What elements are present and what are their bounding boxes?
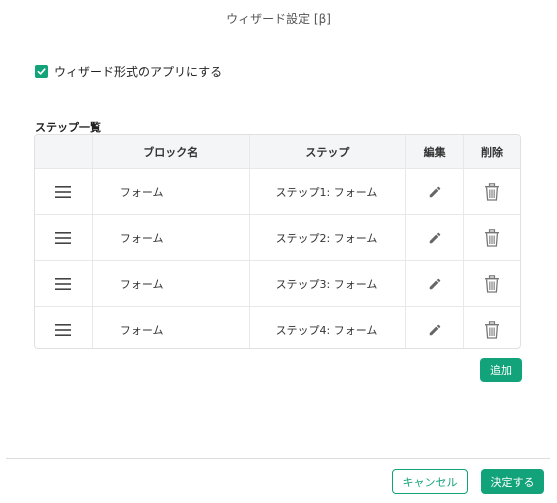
delete-cell [463,307,520,348]
edit-cell [405,169,463,214]
drag-handle-icon[interactable] [55,231,72,244]
checkmark-icon [37,68,46,75]
table-row: フォーム ステップ4: フォーム [35,306,520,348]
step-name: ステップ4: フォーム [275,323,378,337]
pencil-icon[interactable] [428,277,442,291]
row-handle-cell[interactable] [35,215,92,260]
block-name-cell: フォーム [91,215,249,260]
dialog-title: ウィザード設定 [β] [226,12,331,26]
table-row: フォーム ステップ3: フォーム [35,260,520,306]
pencil-icon[interactable] [428,323,442,337]
steps-section-label: ステップ一覧 [35,121,101,134]
trash-icon[interactable] [484,274,500,293]
trash-icon[interactable] [484,182,500,201]
add-step-button[interactable]: 追加 [480,358,522,382]
step-cell: ステップ4: フォーム [248,307,406,348]
table-row: フォーム ステップ1: フォーム [35,168,520,214]
header-delete: 削除 [463,135,520,168]
step-name: ステップ2: フォーム [275,231,378,245]
drag-handle-icon[interactable] [55,185,72,198]
step-name: ステップ1: フォーム [275,185,378,199]
table-row: フォーム ステップ2: フォーム [35,214,520,260]
pencil-icon[interactable] [428,185,442,199]
cancel-button[interactable]: キャンセル [392,469,468,494]
delete-cell [463,215,520,260]
step-name: ステップ3: フォーム [275,277,378,291]
wizard-mode-checkbox[interactable] [35,65,48,78]
drag-handle-icon[interactable] [55,277,72,290]
block-name: フォーム [119,323,164,337]
block-name: フォーム [119,231,164,245]
table-body: フォーム ステップ1: フォーム フォーム ステップ2: フォーム フォーム ステップ3:… [35,168,520,348]
confirm-button[interactable]: 決定する [481,469,544,494]
table-header-row: ブロック名 ステップ 編集 削除 [35,135,520,168]
edit-cell [405,215,463,260]
pencil-icon[interactable] [428,231,442,245]
block-name-cell: フォーム [91,307,249,348]
steps-table: ブロック名 ステップ 編集 削除 フォーム ステップ1: フォーム フォーム ステップ… [34,134,521,349]
delete-cell [463,169,520,214]
header-handle [35,135,92,168]
row-handle-cell[interactable] [35,261,92,306]
step-cell: ステップ1: フォーム [248,169,406,214]
edit-cell [405,261,463,306]
block-name: フォーム [119,277,164,291]
header-block-name: ブロック名 [91,135,249,168]
trash-icon[interactable] [484,228,500,247]
row-handle-cell[interactable] [35,307,92,348]
header-edit: 編集 [405,135,463,168]
delete-cell [463,261,520,306]
edit-cell [405,307,463,348]
block-name-cell: フォーム [91,169,249,214]
row-handle-cell[interactable] [35,169,92,214]
drag-handle-icon[interactable] [55,323,72,336]
footer-divider [6,458,550,459]
step-cell: ステップ3: フォーム [248,261,406,306]
wizard-mode-option[interactable]: ウィザード形式のアプリにする [35,63,222,80]
block-name: フォーム [119,185,164,199]
trash-icon[interactable] [484,320,500,339]
wizard-mode-label: ウィザード形式のアプリにする [54,65,223,79]
header-step: ステップ [248,135,406,168]
step-cell: ステップ2: フォーム [248,215,406,260]
block-name-cell: フォーム [91,261,249,306]
